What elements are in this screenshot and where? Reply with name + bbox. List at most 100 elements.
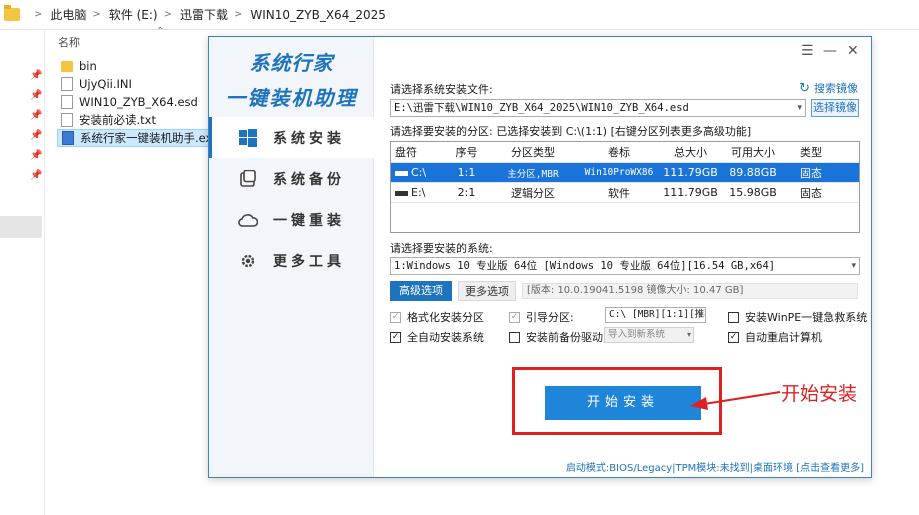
pin-icon: 📌 (30, 170, 43, 181)
table-cell: 1:1 (457, 166, 476, 179)
close-icon[interactable]: ✕ (847, 43, 859, 59)
checkbox-box (728, 311, 739, 323)
sidebar-item-system-backup[interactable]: 系统备份 (209, 158, 374, 199)
sidebar-item-label: 更多工具 (273, 253, 345, 270)
drive-icon (395, 190, 408, 196)
table-row-empty (391, 202, 859, 222)
checkbox-box (509, 331, 520, 343)
backup-driver-checkbox[interactable]: 安装前备份驱动: (509, 329, 607, 345)
pin-icon: 📌 (30, 90, 43, 101)
format-partition-checkbox[interactable]: ✓ 格式化安装分区 (390, 309, 484, 325)
column-header-name[interactable]: 名称 (58, 34, 80, 50)
file-item[interactable]: UjyQii.INI (57, 75, 210, 93)
sort-up-icon: ⌃ (156, 26, 165, 37)
app-logo: 系统行家 一键装机助理 (209, 47, 374, 111)
table-cell: 固态 (800, 186, 822, 200)
checkmark-icon: ✓ (390, 311, 401, 323)
sidebar-item-label: 一键重装 (273, 212, 345, 229)
ini-file-icon (61, 77, 73, 91)
chevron-down-icon: ▾ (851, 261, 856, 271)
column-header: 序号 (455, 146, 478, 159)
esd-file-icon (61, 95, 73, 109)
file-name: 系统行家一键装机助手.exe (80, 131, 220, 145)
driver-import-select[interactable]: 导入到新系统 ▾ (604, 327, 694, 343)
file-name: bin (79, 59, 97, 73)
table-cell: 111.79GB (663, 166, 718, 179)
chevron-right-icon: > (34, 9, 43, 20)
annotation-arrow-icon (690, 391, 781, 410)
chevron-right-icon: > (234, 9, 243, 20)
file-name: WIN10_ZYB_X64.esd (79, 95, 198, 109)
file-item[interactable]: 安装前必读.txt (57, 111, 210, 129)
column-header: 类型 (800, 146, 822, 159)
chevron-down-icon: ▾ (686, 330, 691, 339)
table-cell: C:\ (411, 166, 427, 179)
file-item-selected[interactable]: 系统行家一键装机助手.exe (57, 129, 219, 147)
drive-icon (395, 170, 408, 176)
search-mirror-link[interactable]: ↻ 搜索镜像 (799, 80, 858, 96)
sidebar-item-system-install[interactable]: 系统安装 (209, 117, 374, 158)
status-footer[interactable]: 启动模式:BIOS/Legacy|TPM模块:未找到|桌面环境 [点击查看更多] (566, 459, 864, 474)
auto-install-checkbox[interactable]: ✓ 全自动安装系统 (390, 329, 484, 345)
file-item[interactable]: bin (57, 57, 210, 75)
checkmark-icon: ✓ (728, 331, 739, 343)
minimize-icon[interactable]: — (823, 43, 837, 59)
checkbox-label: 自动重启计算机 (745, 331, 822, 344)
gear-icon (237, 250, 259, 272)
breadcrumb-item[interactable]: WIN10_ZYB_X64_2025 (250, 8, 385, 22)
file-item[interactable]: WIN10_ZYB_X64.esd (57, 93, 210, 111)
boot-partition-select[interactable]: C:\ [MBR][1:1][推荐] ▾ (605, 307, 706, 323)
tab-more-options[interactable]: 更多选项 (458, 281, 516, 301)
logo-line-2: 一键装机助理 (225, 86, 358, 110)
menu-icon[interactable]: ☰ (801, 43, 814, 59)
checkbox-label: 格式化安装分区 (407, 311, 484, 324)
system-select[interactable]: 1:Windows 10 专业版 64位 [Windows 10 专业版 64位… (390, 257, 860, 275)
choose-mirror-button[interactable]: 选择镜像 (811, 99, 859, 117)
table-cell: Win10ProWX86 (584, 167, 654, 178)
table-cell: 15.98GB (729, 186, 777, 199)
partition-table[interactable]: 盘符 序号 分区类型 卷标 总大小 可用大小 类型 C:\ 1:1 主分区,MB… (390, 141, 860, 233)
boot-partition-checkbox[interactable]: ✓ 引导分区: (509, 309, 574, 325)
file-name: 安装前必读.txt (79, 113, 156, 127)
checkbox-label: 全自动安装系统 (407, 331, 484, 344)
nav-selected-item[interactable] (0, 216, 42, 238)
cloud-icon (237, 209, 259, 231)
chevron-right-icon: > (92, 9, 101, 20)
driver-import-value: 导入到新系统 (608, 329, 666, 340)
annotation-label: 开始安装 (781, 383, 858, 405)
table-row[interactable]: C:\ 1:1 主分区,MBR Win10ProWX86 111.79GB 89… (391, 162, 859, 182)
chevron-down-icon: ▾ (797, 103, 802, 113)
table-row[interactable]: E:\ 2:1 逻辑分区 软件 111.79GB 15.98GB 固态 (391, 182, 859, 202)
file-list: bin UjyQii.INI WIN10_ZYB_X64.esd 安装前必读.t… (57, 57, 219, 147)
chevron-right-icon: > (163, 9, 172, 20)
tab-advanced-options[interactable]: 高级选项 (390, 281, 452, 301)
breadcrumb-item[interactable]: 此电脑 (50, 6, 86, 23)
address-bar[interactable]: > 此电脑 > 软件 (E:) > 迅雷下载 > WIN10_ZYB_X64_2… (0, 0, 919, 30)
image-path-select[interactable]: E:\迅雷下载\WIN10_ZYB_X64_2025\WIN10_ZYB_X64… (390, 99, 806, 117)
logo-line-1: 系统行家 (249, 51, 334, 75)
txt-file-icon (61, 113, 73, 127)
backup-icon (237, 168, 259, 190)
column-header: 盘符 (395, 146, 417, 159)
auto-restart-checkbox[interactable]: ✓ 自动重启计算机 (728, 329, 822, 345)
exe-file-icon (62, 131, 74, 145)
navigation-pane: 📌 📌 📌 📌 📌 📌 (0, 30, 44, 515)
pin-icon: 📌 (30, 130, 43, 141)
table-cell: E:\ (411, 186, 426, 199)
boot-partition-value: C:\ [MBR][1:1][推荐] (609, 309, 705, 320)
refresh-icon: ↻ (799, 80, 810, 96)
folder-icon (61, 60, 73, 72)
breadcrumb-item[interactable]: 迅雷下载 (180, 6, 228, 23)
breadcrumb-item[interactable]: 软件 (E:) (109, 6, 158, 23)
sidebar-menu: 系统安装 系统备份 一键重装 更多工具 (209, 117, 374, 281)
sidebar-item-one-key-reinstall[interactable]: 一键重装 (209, 199, 374, 240)
chevron-down-icon: ▾ (698, 310, 703, 319)
checkbox-label: 安装WinPE一键急救系统 (745, 311, 868, 324)
image-path-value: E:\迅雷下载\WIN10_ZYB_X64_2025\WIN10_ZYB_X64… (394, 102, 689, 114)
folder-icon (4, 5, 20, 21)
pin-icon: 📌 (30, 150, 43, 161)
install-winpe-checkbox[interactable]: 安装WinPE一键急救系统 (728, 309, 867, 325)
sidebar-item-more-tools[interactable]: 更多工具 (209, 240, 374, 281)
version-info: [版本: 10.0.19041.5198 镜像大小: 10.47 GB] (522, 283, 858, 299)
checkbox-label: 安装前备份驱动: (526, 331, 607, 344)
